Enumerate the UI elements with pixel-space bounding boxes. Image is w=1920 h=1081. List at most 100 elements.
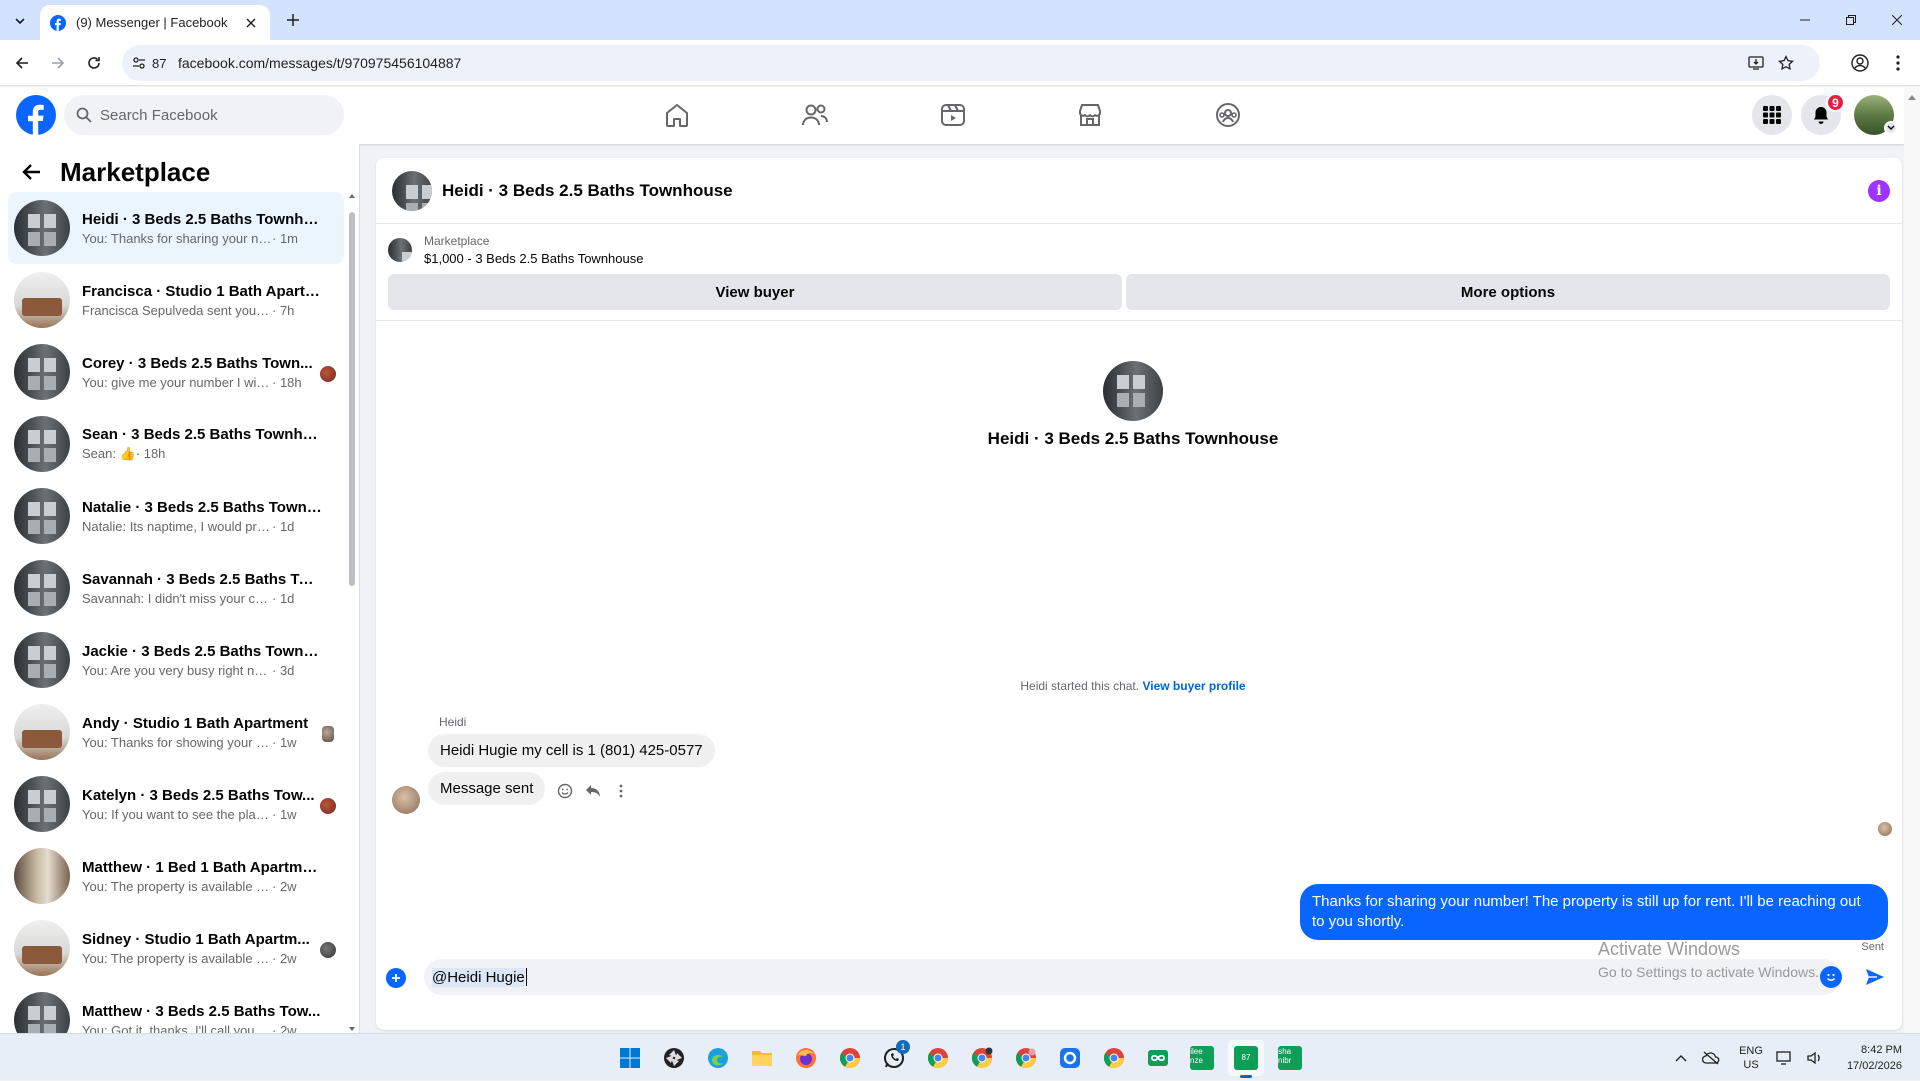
timestamp: · 1d (272, 590, 295, 606)
new-tab-icon[interactable] (283, 10, 303, 30)
conversation-item[interactable]: Corey · 3 Beds 2.5 Baths Town... You: giv… (8, 336, 344, 408)
text-caret (525, 968, 527, 986)
conversation-item[interactable]: Savannah · 3 Beds 2.5 Baths Tow... Savann… (8, 552, 344, 624)
listing-title[interactable]: $1,000 - 3 Beds 2.5 Baths Townhouse (424, 251, 643, 266)
close-window-icon[interactable] (1874, 0, 1920, 40)
conversation-avatar[interactable] (1103, 361, 1163, 421)
listing-avatar (14, 848, 70, 904)
view-buyer-profile-link[interactable]: View buyer profile (1142, 679, 1245, 693)
conversation-item[interactable]: Sidney · Studio 1 Bath Apartm... You: The… (8, 912, 344, 984)
ring-app-icon[interactable] (1052, 1040, 1088, 1076)
video-icon[interactable] (935, 97, 971, 133)
listing-avatar (14, 632, 70, 688)
seen-avatar (322, 726, 334, 742)
whatsapp-icon[interactable]: 1 (876, 1040, 912, 1076)
reload-icon[interactable] (82, 51, 106, 75)
site-info-button[interactable]: 87 (132, 52, 166, 74)
chevron-up-icon[interactable] (1669, 1046, 1693, 1070)
conversation-item[interactable]: Katelyn · 3 Beds 2.5 Baths Tow... You: If… (8, 768, 344, 840)
tab-title: (9) Messenger | Facebook (76, 15, 228, 30)
chat-header-avatar[interactable] (392, 170, 432, 211)
file-explorer-icon[interactable] (744, 1040, 780, 1076)
chat-header-title[interactable]: Heidi · 3 Beds 2.5 Baths Townhouse (442, 181, 733, 201)
language-indicator[interactable]: ENG US (1739, 1044, 1763, 1072)
groups-icon[interactable] (1210, 97, 1246, 133)
friends-icon[interactable] (797, 97, 833, 133)
chrome-menu-icon[interactable] (1886, 51, 1910, 75)
web-app-chip-3[interactable]: sha nibr (1272, 1040, 1308, 1076)
menu-grid-icon[interactable] (1752, 95, 1792, 135)
install-app-icon[interactable] (1746, 53, 1766, 73)
conversation-item[interactable]: Sean · 3 Beds 2.5 Baths Townho... Sean: 👍… (8, 408, 344, 480)
aperture-app-icon[interactable] (656, 1040, 692, 1076)
volume-icon[interactable] (1803, 1046, 1827, 1070)
facebook-search-input[interactable]: Search Facebook (64, 95, 344, 135)
account-chevron-down-icon[interactable] (1884, 121, 1898, 135)
infinity-app-icon[interactable] (1140, 1040, 1176, 1076)
chrome-profile-3-icon[interactable] (964, 1040, 1000, 1076)
firefox-icon[interactable] (788, 1040, 824, 1076)
forward-arrow-icon[interactable] (46, 51, 70, 75)
conversation-item[interactable]: Andy · Studio 1 Bath Apartment You: Thank… (8, 696, 344, 768)
address-bar[interactable]: 87 facebook.com/messages/t/9709754561048… (122, 45, 1820, 81)
timestamp: · 7h (272, 302, 295, 318)
minimize-icon[interactable] (1782, 0, 1828, 40)
conversation-item[interactable]: Natalie · 3 Beds 2.5 Baths Townh... Natal… (8, 480, 344, 552)
clock[interactable]: 8:42 PM 17/02/2026 (1847, 1042, 1902, 1074)
conversation-item[interactable]: Heidi · 3 Beds 2.5 Baths Townho... You: T… (8, 192, 344, 264)
tab-search-icon[interactable] (8, 9, 32, 33)
edge-browser-icon[interactable] (700, 1040, 736, 1076)
more-vertical-icon[interactable] (612, 782, 630, 800)
last-message: You: If you want to see the place... (82, 806, 272, 822)
url-host: facebook.com (178, 55, 266, 71)
conversation-item[interactable]: Francisca · Studio 1 Bath Apartm... Franc… (8, 264, 344, 336)
cloud-offline-icon[interactable] (1699, 1046, 1723, 1070)
facebook-logo-icon[interactable] (16, 95, 56, 135)
sender-avatar[interactable] (392, 786, 420, 814)
seen-avatar (320, 798, 336, 814)
close-tab-icon[interactable] (242, 14, 260, 32)
back-arrow-icon[interactable] (18, 158, 46, 186)
site-info-count: 87 (152, 55, 167, 71)
windows-start-icon[interactable] (612, 1040, 648, 1076)
chrome-profile-4-icon[interactable] (1008, 1040, 1044, 1076)
conversation-item[interactable]: Matthew · 1 Bed 1 Bath Apartment You: The… (8, 840, 344, 912)
conversation-item[interactable]: Jackie · 3 Beds 2.5 Baths Townh... You: A… (8, 624, 344, 696)
page-scrollbar[interactable] (1904, 87, 1920, 1033)
restore-icon[interactable] (1828, 0, 1874, 40)
emoji-icon[interactable] (1820, 966, 1842, 988)
url-text[interactable]: facebook.com/messages/t/970975456104887 (178, 55, 461, 71)
send-icon[interactable] (1864, 966, 1886, 988)
back-arrow-icon[interactable] (10, 51, 34, 75)
network-icon[interactable] (1773, 1046, 1797, 1070)
react-smiley-icon[interactable] (556, 782, 574, 800)
view-buyer-button[interactable]: View buyer (388, 274, 1122, 310)
browser-tab-messenger[interactable]: (9) Messenger | Facebook (40, 5, 270, 40)
chrome-profile-2-icon[interactable] (920, 1040, 956, 1076)
conversation-name: Francisca · Studio 1 Bath Apartm... (82, 282, 322, 300)
marketplace-icon[interactable] (1072, 97, 1108, 133)
incoming-message[interactable]: Heidi Hugie my cell is 1 (801) 425-0577 (428, 734, 715, 767)
chrome-icon[interactable] (832, 1040, 868, 1076)
reply-icon[interactable] (584, 782, 602, 800)
profile-icon[interactable] (1848, 51, 1872, 75)
sidebar-scrollbar[interactable] (348, 192, 356, 1033)
bookmark-star-icon[interactable] (1776, 53, 1796, 73)
chrome-profile-5-icon[interactable] (1096, 1040, 1132, 1076)
outgoing-message[interactable]: Thanks for sharing your number! The prop… (1300, 884, 1888, 940)
add-attachment-plus-icon[interactable] (386, 968, 406, 988)
conversation-name: Natalie · 3 Beds 2.5 Baths Townh... (82, 498, 322, 516)
web-app-chip-1[interactable]: 87 (1228, 1040, 1264, 1078)
web-app-chip-2[interactable]: ilee nze (1184, 1040, 1220, 1076)
listing-thumbnail[interactable] (388, 238, 412, 262)
conversation-item[interactable]: Matthew · 3 Beds 2.5 Baths Tow... You: Go… (8, 984, 344, 1033)
notifications-button[interactable]: 9 (1801, 93, 1845, 135)
more-options-button[interactable]: More options (1126, 274, 1890, 310)
home-icon[interactable] (659, 97, 695, 133)
sidebar-scroll-thumb[interactable] (349, 212, 355, 586)
last-message: You: Thanks for sharing your numb... (82, 230, 272, 246)
info-icon[interactable]: i (1868, 180, 1890, 202)
listing-avatar (14, 488, 70, 544)
timestamp: · 1d (272, 518, 295, 534)
incoming-message[interactable]: Message sent (428, 772, 546, 805)
